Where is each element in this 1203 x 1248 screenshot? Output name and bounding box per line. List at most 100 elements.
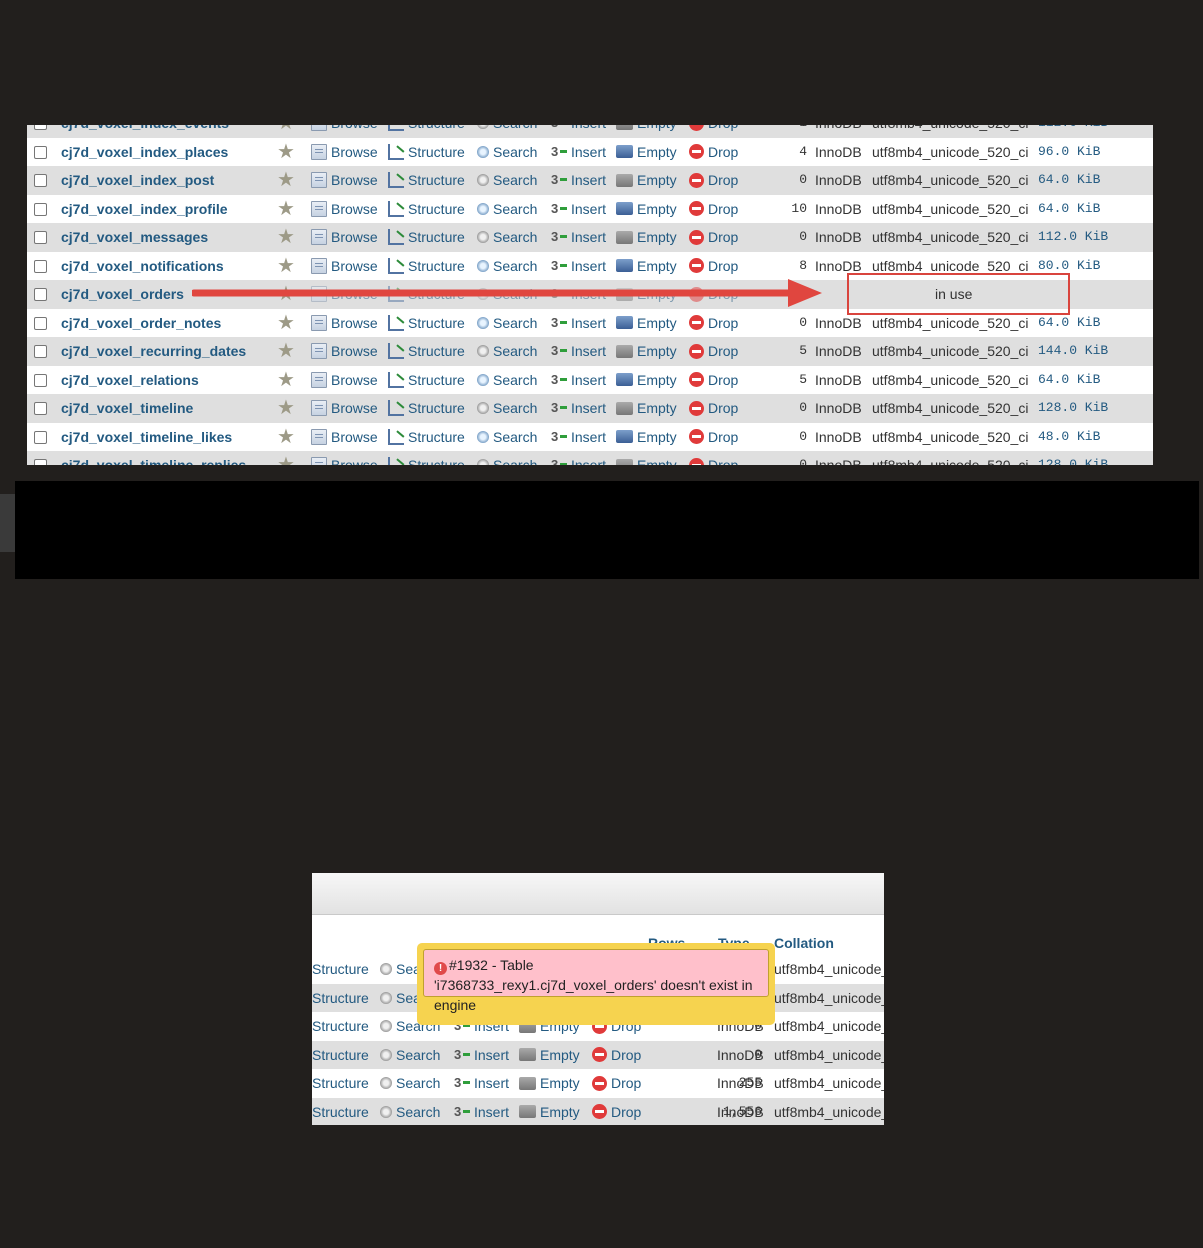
row-checkbox[interactable] (34, 373, 47, 387)
empty-link[interactable]: Empty (616, 166, 677, 195)
table-name-link[interactable]: cj7d_voxel_index_places (61, 138, 228, 167)
browse-link[interactable]: Browse (311, 195, 378, 224)
browse-link[interactable]: Browse (311, 394, 378, 423)
table-name-link[interactable]: cj7d_voxel_index_profile (61, 195, 228, 224)
table-name-link[interactable]: cj7d_voxel_order_notes (61, 309, 221, 338)
browse-link[interactable]: Browse (311, 166, 378, 195)
empty-link[interactable]: Empty (616, 309, 677, 338)
empty-link[interactable]: Empty (519, 1069, 580, 1098)
table-size[interactable]: 64.0 KiB (1038, 195, 1100, 224)
drop-link[interactable]: Drop (689, 337, 738, 366)
drop-link[interactable]: Drop (689, 166, 738, 195)
empty-link[interactable]: Empty (519, 1041, 580, 1070)
drop-link[interactable]: Drop (689, 125, 738, 138)
table-name-link[interactable]: cj7d_voxel_orders (61, 280, 184, 309)
table-name-link[interactable]: cj7d_voxel_timeline_likes (61, 423, 232, 452)
table-size[interactable]: 128.0 KiB (1038, 451, 1108, 465)
table-size[interactable]: 112.0 KiB (1038, 223, 1108, 252)
browse-link[interactable]: Browse (311, 252, 378, 281)
browse-link[interactable]: Browse (311, 423, 378, 452)
structure-link[interactable]: Structure (388, 309, 465, 338)
search-link[interactable]: Search (477, 309, 537, 338)
table-name-link[interactable]: cj7d_voxel_notifications (61, 252, 224, 281)
search-link[interactable]: Search (380, 1041, 440, 1070)
search-link[interactable]: Search (477, 394, 537, 423)
drop-link[interactable]: Drop (689, 280, 738, 309)
insert-link[interactable]: Insert (551, 337, 606, 366)
drop-link[interactable]: Drop (689, 309, 738, 338)
browse-link[interactable]: Browse (311, 138, 378, 167)
structure-link[interactable]: Structure (312, 1041, 369, 1070)
empty-link[interactable]: Empty (616, 195, 677, 224)
search-link[interactable]: Search (477, 423, 537, 452)
structure-link[interactable]: Structure (312, 1098, 369, 1126)
table-size[interactable]: 80.0 KiB (1038, 252, 1100, 281)
favorite-star-icon[interactable]: ★ (277, 125, 295, 138)
empty-link[interactable]: Empty (616, 366, 677, 395)
structure-link[interactable]: Structure (312, 955, 369, 984)
browse-link[interactable]: Browse (311, 366, 378, 395)
favorite-star-icon[interactable]: ★ (277, 138, 295, 167)
table-name-link[interactable]: cj7d_voxel_messages (61, 223, 208, 252)
favorite-star-icon[interactable]: ★ (277, 394, 295, 423)
search-link[interactable]: Search (477, 337, 537, 366)
row-checkbox[interactable] (34, 402, 47, 415)
structure-link[interactable]: Structure (388, 138, 465, 167)
row-checkbox[interactable] (34, 288, 47, 301)
search-link[interactable]: Search (477, 366, 537, 395)
structure-link[interactable]: Structure (388, 125, 465, 138)
search-link[interactable]: Search (477, 195, 537, 224)
empty-link[interactable]: Empty (616, 451, 677, 465)
empty-link[interactable]: Empty (616, 337, 677, 366)
structure-link[interactable]: Structure (388, 366, 465, 395)
insert-link[interactable]: Insert (551, 223, 606, 252)
table-name-link[interactable]: cj7d_voxel_index_events (61, 125, 229, 138)
table-size[interactable]: 96.0 KiB (1038, 138, 1100, 167)
structure-link[interactable]: Structure (388, 195, 465, 224)
row-checkbox[interactable] (34, 459, 47, 465)
browse-link[interactable]: Browse (311, 337, 378, 366)
search-link[interactable]: Search (477, 252, 537, 281)
structure-link[interactable]: Structure (312, 1012, 369, 1041)
table-name-link[interactable]: cj7d_voxel_recurring_dates (61, 337, 246, 366)
favorite-star-icon[interactable]: ★ (277, 366, 295, 395)
browse-link[interactable]: Browse (311, 451, 378, 465)
insert-link[interactable]: Insert (551, 451, 606, 465)
favorite-star-icon[interactable]: ★ (277, 451, 295, 465)
empty-link[interactable]: Empty (616, 223, 677, 252)
table-name-link[interactable]: cj7d_voxel_index_post (61, 166, 214, 195)
search-link[interactable]: Search (477, 166, 537, 195)
empty-link[interactable]: Empty (616, 252, 677, 281)
table-size[interactable]: 112.0 KiB (1038, 125, 1108, 138)
browse-link[interactable]: Browse (311, 309, 378, 338)
insert-link[interactable]: Insert (551, 138, 606, 167)
insert-link[interactable]: Insert (551, 366, 606, 395)
row-checkbox[interactable] (34, 174, 47, 187)
structure-link[interactable]: Structure (312, 984, 369, 1013)
favorite-star-icon[interactable]: ★ (277, 166, 295, 195)
drop-link[interactable]: Drop (689, 394, 738, 423)
row-checkbox[interactable] (34, 259, 47, 273)
drop-link[interactable]: Drop (592, 1069, 641, 1098)
favorite-star-icon[interactable]: ★ (277, 252, 295, 281)
favorite-star-icon[interactable]: ★ (277, 280, 295, 309)
insert-link[interactable]: Insert (551, 166, 606, 195)
drop-link[interactable]: Drop (592, 1041, 641, 1070)
empty-link[interactable]: Empty (616, 125, 677, 138)
row-checkbox[interactable] (34, 316, 47, 330)
insert-link[interactable]: Insert (551, 252, 606, 281)
favorite-star-icon[interactable]: ★ (277, 195, 295, 224)
browse-link[interactable]: Browse (311, 280, 378, 309)
insert-link[interactable]: Insert (551, 309, 606, 338)
structure-link[interactable]: Structure (312, 1069, 369, 1098)
favorite-star-icon[interactable]: ★ (277, 337, 295, 366)
drop-link[interactable]: Drop (689, 252, 738, 281)
table-size[interactable]: 48.0 KiB (1038, 423, 1100, 452)
drop-link[interactable]: Drop (689, 223, 738, 252)
insert-link[interactable]: Insert (551, 125, 606, 138)
insert-link[interactable]: Insert (454, 1069, 509, 1098)
drop-link[interactable]: Drop (592, 1098, 641, 1126)
insert-link[interactable]: Insert (551, 195, 606, 224)
table-name-link[interactable]: cj7d_voxel_timeline_replies (61, 451, 246, 465)
row-checkbox[interactable] (34, 145, 47, 159)
